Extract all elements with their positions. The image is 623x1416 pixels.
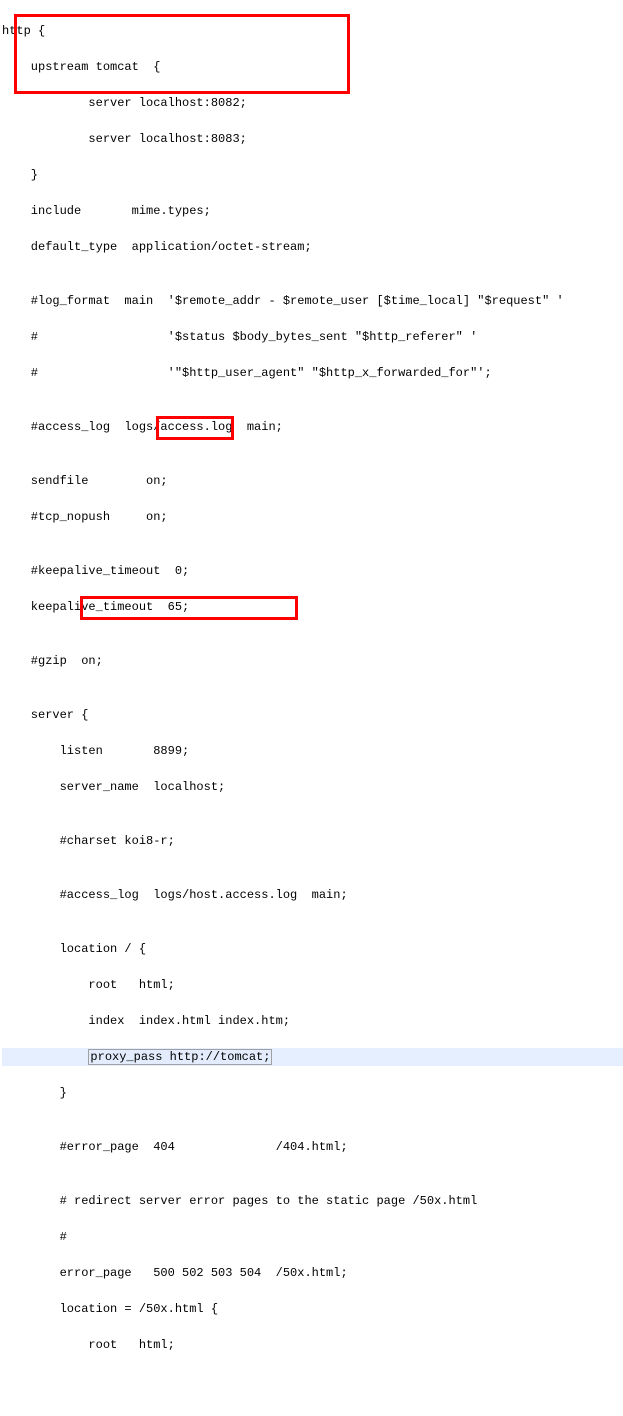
code-line: root html; (2, 1336, 623, 1354)
proxy-pass-indent (2, 1050, 88, 1064)
code-line: http { (2, 22, 623, 40)
listen-port-value: 8899; (153, 744, 189, 758)
code-line: default_type application/octet-stream; (2, 238, 623, 256)
code-line: #error_page 404 /404.html; (2, 1138, 623, 1156)
code-line: server localhost:8083; (2, 130, 623, 148)
code-line: #tcp_nopush on; (2, 508, 623, 526)
code-line: # '$status $body_bytes_sent "$http_refer… (2, 328, 623, 346)
code-line: # redirect server error pages to the sta… (2, 1192, 623, 1210)
code-line: location = /50x.html { (2, 1300, 623, 1318)
code-line: # '"$http_user_agent" "$http_x_forwarded… (2, 364, 623, 382)
code-line: location / { (2, 940, 623, 958)
code-line: upstream tomcat { (2, 58, 623, 76)
code-line: keepalive_timeout 65; (2, 598, 623, 616)
code-line: server { (2, 706, 623, 724)
code-line-proxy-pass: proxy_pass http://tomcat; (2, 1048, 623, 1066)
code-line: #keepalive_timeout 0; (2, 562, 623, 580)
code-line: #charset koi8-r; (2, 832, 623, 850)
proxy-pass-selection: proxy_pass http://tomcat; (88, 1049, 272, 1065)
code-line: } (2, 1084, 623, 1102)
listen-prefix: listen (2, 744, 153, 758)
code-line: # (2, 1228, 623, 1246)
code-line: #access_log logs/access.log main; (2, 418, 623, 436)
code-line: index index.html index.htm; (2, 1012, 623, 1030)
code-line: #log_format main '$remote_addr - $remote… (2, 292, 623, 310)
code-line: root html; (2, 976, 623, 994)
code-line: #gzip on; (2, 652, 623, 670)
code-line: #access_log logs/host.access.log main; (2, 886, 623, 904)
code-line: server localhost:8082; (2, 94, 623, 112)
code-line-listen: listen 8899; (2, 742, 623, 760)
code-line: include mime.types; (2, 202, 623, 220)
code-line: error_page 500 502 503 504 /50x.html; (2, 1264, 623, 1282)
code-line: server_name localhost; (2, 778, 623, 796)
code-line: sendfile on; (2, 472, 623, 490)
nginx-config-code: http { upstream tomcat { server localhos… (0, 0, 623, 1416)
code-line: } (2, 166, 623, 184)
